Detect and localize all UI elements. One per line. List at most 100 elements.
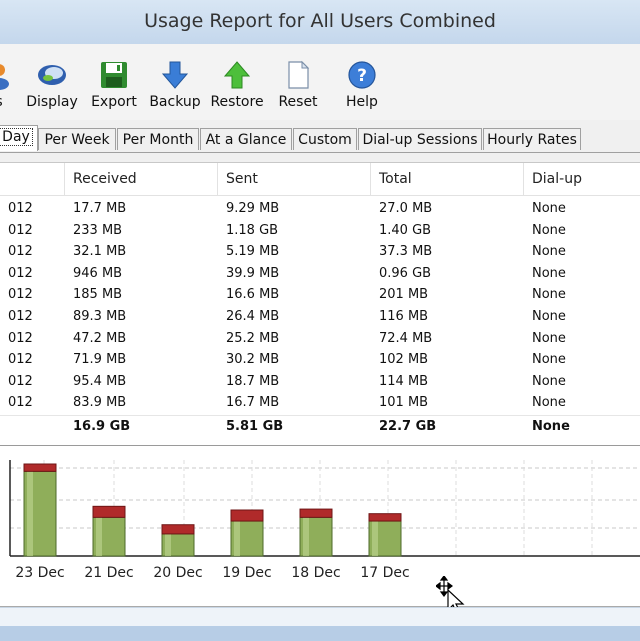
export-label: Export <box>91 94 137 110</box>
restore-button[interactable]: Restore <box>208 60 266 116</box>
display-label: Display <box>26 94 78 110</box>
column-header-received[interactable]: Received <box>65 163 218 196</box>
cell-date: 012 <box>8 309 33 324</box>
table-row[interactable]: 012 95.4 MB 18.7 MB 114 MB None <box>0 371 640 393</box>
cell-date: 012 <box>8 201 33 216</box>
cell-total: 0.96 GB <box>379 265 432 281</box>
tab-hourly-rates[interactable]: Hourly Rates <box>483 128 581 150</box>
table-row[interactable]: 012 71.9 MB 30.2 MB 102 MB None <box>0 349 640 371</box>
cell-total: 116 MB <box>379 309 429 324</box>
chart-x-tick-label: 18 Dec <box>291 565 340 581</box>
bar-sent <box>23 463 57 472</box>
cell-date: 012 <box>8 222 33 238</box>
display-button[interactable]: Display <box>24 60 80 116</box>
cell-dial-up: None <box>532 222 566 238</box>
chart-x-tick-label: 17 Dec <box>360 565 409 581</box>
title-bar[interactable]: Usage Report for All Users Combined <box>0 0 640 45</box>
column-header-dial-up[interactable]: Dial-up <box>524 163 640 196</box>
display-icon <box>38 65 66 85</box>
cell-dial-up: None <box>532 287 566 303</box>
cell-received: 946 MB <box>73 265 123 281</box>
cell-dial-up: None <box>532 244 566 260</box>
arrow-down-icon <box>161 61 189 89</box>
table-row[interactable]: 012 47.2 MB 25.2 MB 72.4 MB None <box>0 328 640 350</box>
cell-total: 1.40 GB <box>379 222 432 238</box>
cell-sent: 9.29 MB <box>226 201 280 216</box>
table-row[interactable]: 012 83.9 MB 16.7 MB 101 MB None <box>0 392 640 414</box>
bar-highlight <box>96 517 102 556</box>
total-cell-dial-up: None <box>532 419 570 434</box>
export-button[interactable]: Export <box>88 60 140 116</box>
cell-dial-up: None <box>532 330 566 346</box>
cell-sent: 18.7 MB <box>226 373 280 389</box>
cell-dial-up: None <box>532 352 566 368</box>
total-cell-sent: 5.81 GB <box>226 419 284 434</box>
bar-sent <box>161 524 195 535</box>
cell-date: 012 <box>8 265 33 281</box>
usage-bar-chart: 23 Dec 21 Dec 20 Dec 19 Dec 18 Dec 17 Dec <box>9 460 640 581</box>
status-strip <box>0 626 640 641</box>
tab-dial-up-sessions[interactable]: Dial-up Sessions <box>358 128 482 150</box>
cell-total: 27.0 MB <box>379 201 433 216</box>
cell-sent: 25.2 MB <box>226 330 280 346</box>
total-cell-total: 22.7 GB <box>379 419 437 434</box>
bar-sent <box>92 505 126 518</box>
column-header-date[interactable] <box>0 163 65 196</box>
cell-sent: 5.19 MB <box>226 244 280 260</box>
chart-x-tick-label: 21 Dec <box>84 565 133 581</box>
cell-date: 012 <box>8 330 33 346</box>
column-header-sent[interactable]: Sent <box>218 163 371 196</box>
backup-button[interactable]: Backup <box>148 60 202 116</box>
tab-per-week[interactable]: Per Week <box>38 128 116 150</box>
window-title: Usage Report for All Users Combined <box>144 10 496 32</box>
bar-highlight <box>27 471 33 556</box>
table-row[interactable]: 012 89.3 MB 26.4 MB 116 MB None <box>0 306 640 328</box>
table-row[interactable]: 012 17.7 MB 9.29 MB 27.0 MB None <box>0 198 640 220</box>
table-row[interactable]: 012 946 MB 39.9 MB 0.96 GB None <box>0 263 640 285</box>
tab-custom[interactable]: Custom <box>293 128 357 150</box>
help-button[interactable]: ? Help <box>340 60 384 116</box>
cell-total: 72.4 MB <box>379 330 433 346</box>
cell-total: 114 MB <box>379 373 429 389</box>
tab-day[interactable]: Day <box>0 125 38 151</box>
status-bar <box>0 607 640 641</box>
blank-page-icon <box>288 60 310 89</box>
bar-sent <box>368 513 402 522</box>
cell-date: 012 <box>8 287 33 303</box>
column-header-total[interactable]: Total <box>371 163 524 196</box>
backup-label: Backup <box>149 94 201 110</box>
users-button[interactable]: s <box>0 60 14 116</box>
bar-sent <box>230 509 264 522</box>
cell-received: 47.2 MB <box>73 330 127 346</box>
usage-report-window: Usage Report for All Users Combined s Di… <box>0 0 640 641</box>
users-label: s <box>0 94 14 110</box>
bar-highlight <box>165 533 171 556</box>
bar-highlight <box>303 517 309 556</box>
tab-at-a-glance[interactable]: At a Glance <box>200 128 292 150</box>
table-row[interactable]: 012 233 MB 1.18 GB 1.40 GB None <box>0 220 640 242</box>
table-row[interactable]: 012 32.1 MB 5.19 MB 37.3 MB None <box>0 241 640 263</box>
table-row[interactable]: 012 185 MB 16.6 MB 201 MB None <box>0 284 640 306</box>
svg-text:?: ? <box>357 66 367 86</box>
cell-received: 17.7 MB <box>73 201 127 216</box>
cell-total: 37.3 MB <box>379 244 433 260</box>
tab-per-month[interactable]: Per Month <box>117 128 199 150</box>
cell-total: 201 MB <box>379 287 429 303</box>
floppy-disk-icon <box>101 62 127 88</box>
cell-sent: 16.6 MB <box>226 287 280 303</box>
reset-button[interactable]: Reset <box>276 60 320 116</box>
reset-label: Reset <box>278 94 318 110</box>
cell-received: 185 MB <box>73 287 123 303</box>
cell-received: 89.3 MB <box>73 309 127 324</box>
users-icon <box>0 64 9 90</box>
chart-x-tick-label: 23 Dec <box>15 565 64 581</box>
usage-chart-panel: 23 Dec 21 Dec 20 Dec 19 Dec 18 Dec 17 Dec <box>0 446 640 607</box>
cell-received: 83.9 MB <box>73 395 127 411</box>
help-label: Help <box>346 94 378 110</box>
cell-sent: 26.4 MB <box>226 309 280 324</box>
table-total-row[interactable]: 16.9 GB 5.81 GB 22.7 GB None <box>0 415 640 438</box>
cell-total: 101 MB <box>379 395 429 411</box>
cell-sent: 39.9 MB <box>226 265 280 281</box>
cell-dial-up: None <box>532 309 566 324</box>
total-cell-date <box>0 416 65 438</box>
